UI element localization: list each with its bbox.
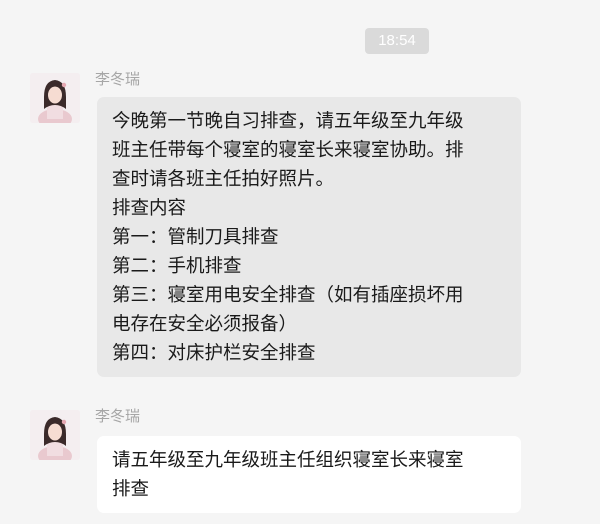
message-line: 电存在安全必须报备） — [112, 314, 298, 335]
message-line: 班主任带每个寝室的寝室长来寝室协助。排 — [112, 140, 464, 161]
message-line: 第一：管制刀具排查 — [112, 227, 279, 248]
avatar-photo-icon — [30, 73, 80, 123]
message-bubble[interactable]: 今晚第一节晚自习排查，请五年级至九年级 班主任带每个寝室的寝室长来寝室协助。排 … — [97, 97, 521, 377]
message-line: 排查 — [112, 479, 150, 500]
message-line: 今晚第一节晚自习排查，请五年级至九年级 — [112, 111, 464, 132]
message-bubble[interactable]: 请五年级至九年级班主任组织寝室长来寝室 排查 — [97, 436, 521, 513]
message-line: 第三：寝室用电安全排查（如有插座损坏用 — [112, 285, 464, 306]
message-line: 排查内容 — [112, 198, 187, 219]
sender-avatar[interactable] — [30, 73, 80, 123]
message-timestamp: 18:54 — [365, 28, 429, 54]
message-line: 请五年级至九年级班主任组织寝室长来寝室 — [112, 450, 464, 471]
avatar-photo-icon — [30, 410, 80, 460]
sender-name: 李冬瑞 — [95, 407, 141, 425]
message-line: 第二：手机排查 — [112, 256, 242, 277]
sender-avatar[interactable] — [30, 410, 80, 460]
message-line: 查时请各班主任拍好照片。 — [112, 169, 335, 190]
sender-name: 李冬瑞 — [95, 70, 141, 88]
message-line: 第四：对床护栏安全排查 — [112, 343, 316, 364]
